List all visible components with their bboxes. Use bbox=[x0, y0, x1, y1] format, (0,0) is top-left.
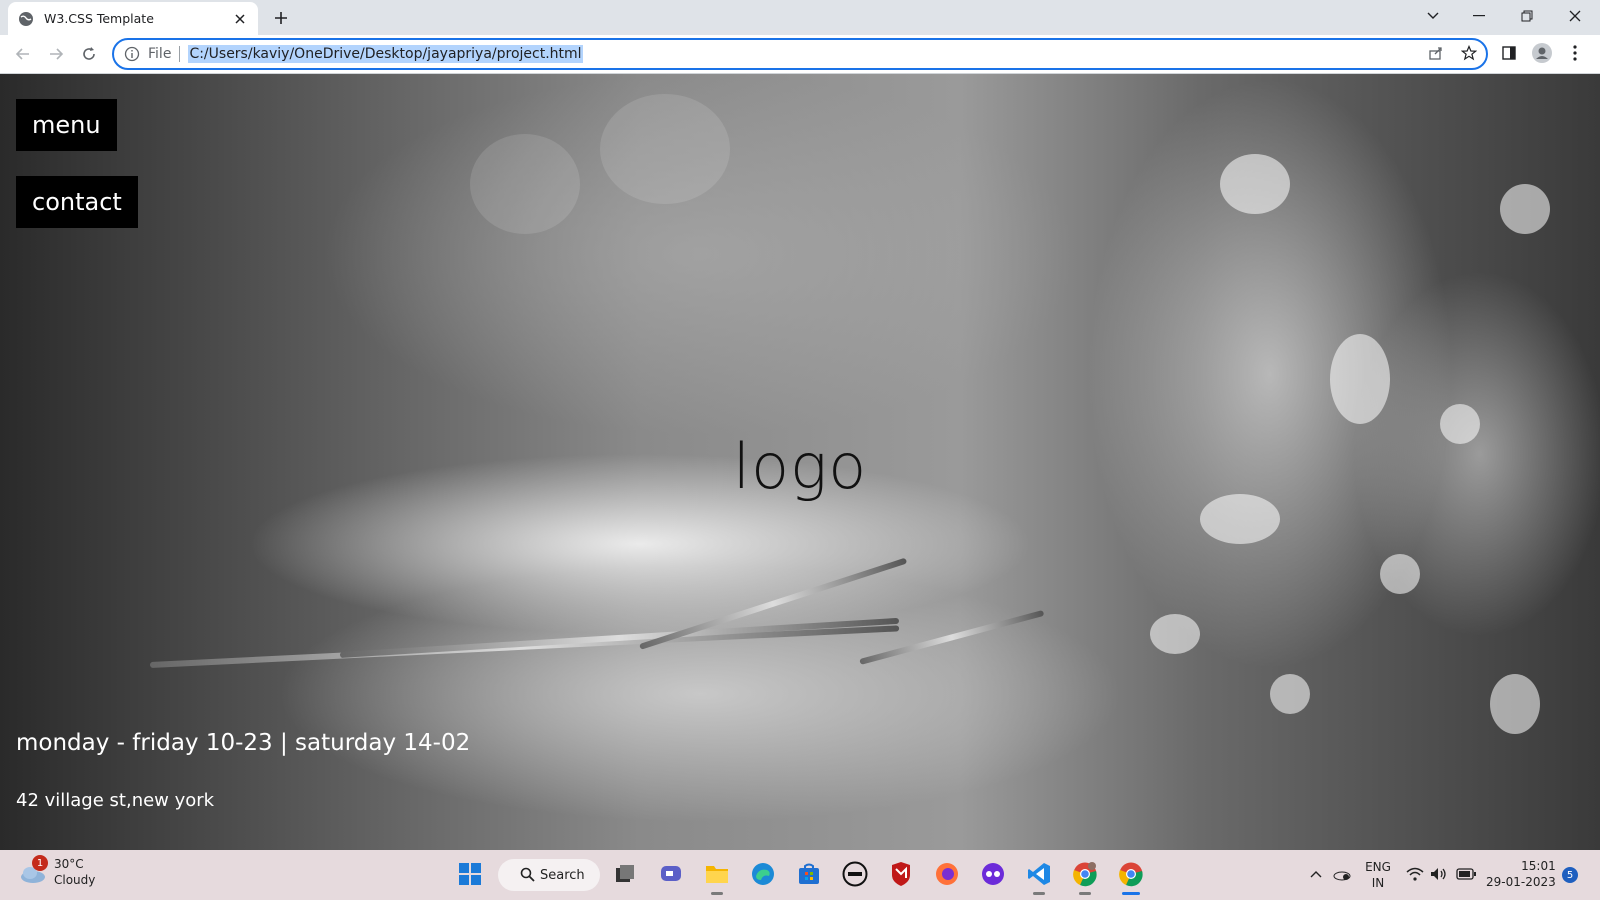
language-indicator[interactable]: ENG IN bbox=[1360, 858, 1396, 892]
chrome-icon[interactable] bbox=[1116, 859, 1146, 895]
search-icon bbox=[520, 867, 535, 882]
dell-icon[interactable] bbox=[840, 859, 870, 889]
task-view-icon[interactable] bbox=[610, 859, 640, 889]
file-explorer-icon[interactable] bbox=[702, 859, 732, 895]
firefox-icon[interactable] bbox=[932, 859, 962, 889]
address-text: 42 village st,new york bbox=[16, 790, 215, 811]
windows-start-icon[interactable] bbox=[455, 859, 485, 889]
vscode-icon[interactable] bbox=[1024, 859, 1054, 895]
notification-badge[interactable]: 5 bbox=[1562, 867, 1578, 883]
clock-date: 29-01-2023 bbox=[1486, 875, 1556, 889]
weather-widget[interactable]: 1 30°C Cloudy bbox=[18, 855, 96, 888]
side-panel-icon[interactable] bbox=[1498, 42, 1520, 64]
url-text[interactable]: C:/Users/kaviy/OneDrive/Desktop/jayapriy… bbox=[188, 45, 583, 63]
system-clock[interactable]: 15:01 29-01-2023 bbox=[1486, 858, 1556, 890]
share-icon[interactable] bbox=[1425, 42, 1447, 64]
contact-button[interactable]: contact bbox=[16, 176, 138, 228]
forward-icon[interactable] bbox=[45, 43, 67, 65]
kebab-menu-icon[interactable] bbox=[1564, 42, 1586, 64]
active-indicator bbox=[1033, 892, 1045, 895]
search-label: Search bbox=[540, 867, 585, 883]
microsoft-store-icon[interactable] bbox=[794, 859, 824, 889]
language-code: ENG bbox=[1365, 860, 1391, 874]
info-icon[interactable] bbox=[124, 46, 140, 62]
active-indicator bbox=[1079, 892, 1091, 895]
browser-toolbar: File C:/Users/kaviy/OneDrive/Desktop/jay… bbox=[0, 35, 1600, 74]
close-tab-icon[interactable] bbox=[232, 11, 248, 27]
active-indicator bbox=[1122, 892, 1140, 895]
cloud-icon: 1 bbox=[18, 855, 48, 887]
taskbar: 1 30°C Cloudy Search ENG IN 15:01 29-01-… bbox=[0, 850, 1600, 900]
address-bar[interactable]: File C:/Users/kaviy/OneDrive/Desktop/jay… bbox=[112, 38, 1488, 70]
battery-icon[interactable] bbox=[1454, 858, 1478, 890]
app-mask-icon[interactable] bbox=[978, 859, 1008, 889]
active-indicator bbox=[711, 892, 723, 895]
new-tab-icon[interactable] bbox=[270, 7, 292, 29]
edge-browser-icon[interactable] bbox=[748, 859, 778, 889]
weather-condition: Cloudy bbox=[54, 873, 96, 887]
teams-chat-icon[interactable] bbox=[656, 859, 686, 889]
region-code: IN bbox=[1371, 876, 1385, 890]
web-page: menu contact logo monday - friday 10-23 … bbox=[0, 74, 1600, 850]
temperature: 30°C bbox=[54, 857, 84, 871]
browser-tab[interactable]: W3.CSS Template bbox=[8, 2, 258, 35]
tab-search-icon[interactable] bbox=[1410, 0, 1456, 32]
tab-strip: W3.CSS Template bbox=[0, 0, 1600, 35]
clock-time: 15:01 bbox=[1521, 859, 1556, 873]
back-icon[interactable] bbox=[12, 43, 34, 65]
close-window-icon[interactable] bbox=[1552, 0, 1598, 32]
chrome-profile-icon[interactable] bbox=[1070, 859, 1100, 895]
mcafee-icon[interactable] bbox=[886, 859, 916, 889]
tab-title: W3.CSS Template bbox=[44, 11, 154, 26]
scheme-label: File bbox=[148, 46, 172, 62]
weather-badge: 1 bbox=[32, 855, 48, 871]
show-hidden-icons-chevron-icon[interactable] bbox=[1306, 858, 1326, 890]
restore-icon[interactable] bbox=[1504, 0, 1550, 32]
globe-icon bbox=[19, 11, 33, 26]
bookmark-star-icon[interactable] bbox=[1458, 42, 1480, 64]
omnibox-divider bbox=[179, 46, 181, 62]
minimize-icon[interactable] bbox=[1456, 0, 1502, 32]
page-logo: logo bbox=[732, 430, 868, 503]
volume-icon[interactable] bbox=[1428, 858, 1450, 890]
opening-hours: monday - friday 10-23 | saturday 14-02 bbox=[16, 730, 471, 756]
onedrive-status-icon[interactable] bbox=[1330, 858, 1354, 890]
reload-icon[interactable] bbox=[78, 43, 100, 65]
menu-button[interactable]: menu bbox=[16, 99, 117, 151]
wifi-icon[interactable] bbox=[1404, 858, 1426, 890]
profile-avatar-icon[interactable] bbox=[1531, 42, 1553, 64]
taskbar-search[interactable]: Search bbox=[498, 859, 600, 891]
